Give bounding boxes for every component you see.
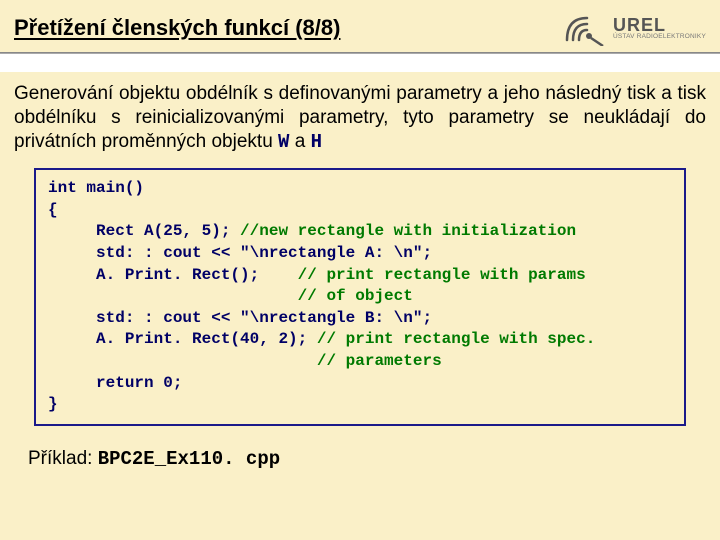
description-paragraph: Generování objektu obdélník s definovaný… xyxy=(14,82,706,154)
code-line: Rect A(25, 5); xyxy=(48,222,240,240)
code-line: std: : cout << "\nrectangle A: \n"; xyxy=(48,244,432,262)
code-line: std: : cout << "\nrectangle B: \n"; xyxy=(48,309,432,327)
gap xyxy=(0,54,720,72)
para-between: a xyxy=(289,131,310,152)
logo-subtitle: ÚSTAV RADIOELEKTRONIKY xyxy=(613,34,706,41)
code-line xyxy=(48,287,298,305)
antenna-icon xyxy=(561,10,607,46)
logo-text: UREL ÚSTAV RADIOELEKTRONIKY xyxy=(613,16,706,41)
code-line: A. Print. Rect(40, 2); xyxy=(48,330,317,348)
example-label: Příklad: xyxy=(28,448,98,469)
para-text: Generování objektu obdélník s definovaný… xyxy=(14,83,706,152)
code-line: A. Print. Rect(); xyxy=(48,266,298,284)
example-footer: Příklad: BPC2E_Ex110. cpp xyxy=(14,432,706,470)
logo-brand: UREL xyxy=(613,16,706,34)
logo: UREL ÚSTAV RADIOELEKTRONIKY xyxy=(561,10,706,46)
code-comment: //new rectangle with initialization xyxy=(240,222,576,240)
header: Přetížení členských funkcí (8/8) UREL ÚS… xyxy=(0,0,720,50)
code-comment: // of object xyxy=(298,287,413,305)
code-line: int main() xyxy=(48,179,144,197)
code-comment: // parameters xyxy=(317,352,442,370)
code-line xyxy=(48,352,317,370)
content: Generování objektu obdélník s definovaný… xyxy=(0,72,720,478)
code-line: return 0; xyxy=(48,374,182,392)
slide-title: Přetížení členských funkcí (8/8) xyxy=(14,15,340,41)
code-line: } xyxy=(48,395,58,413)
code-var-h: H xyxy=(311,131,322,153)
code-comment: // print rectangle with spec. xyxy=(317,330,595,348)
code-line: { xyxy=(48,201,58,219)
example-filename: BPC2E_Ex110. cpp xyxy=(98,448,280,470)
code-block: int main() { Rect A(25, 5); //new rectan… xyxy=(34,168,686,426)
code-var-w: W xyxy=(278,131,289,153)
code-comment: // print rectangle with params xyxy=(298,266,586,284)
